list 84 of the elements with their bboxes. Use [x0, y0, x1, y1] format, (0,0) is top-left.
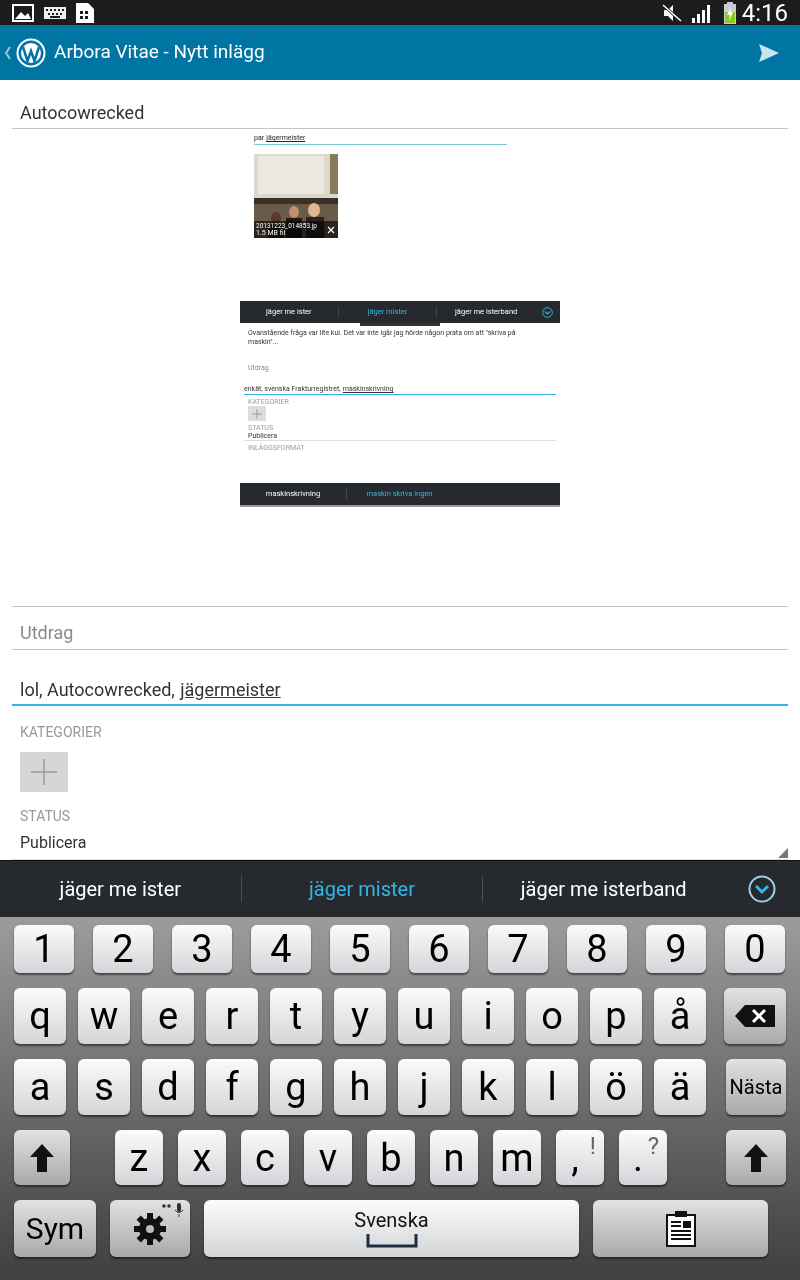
key[interactable]: m	[493, 1130, 541, 1185]
key[interactable]: 7	[488, 925, 548, 973]
clipboard-key[interactable]	[593, 1200, 768, 1257]
selected-value: Publicera	[20, 833, 87, 852]
key[interactable]: r	[206, 988, 258, 1044]
clock-time: 4:16	[741, 0, 788, 25]
back-chevron-icon[interactable]	[4, 45, 12, 60]
section-label: STATUS	[19, 807, 72, 826]
key[interactable]: k	[462, 1059, 514, 1115]
expand-icon[interactable]	[542, 306, 553, 318]
key[interactable]: 6	[409, 925, 469, 973]
alt-character: !	[589, 1134, 596, 1158]
key[interactable]: p	[590, 988, 642, 1044]
key[interactable]: 2	[93, 925, 153, 973]
up-arrow-icon	[30, 1143, 54, 1172]
key[interactable]: .?	[619, 1130, 667, 1185]
key[interactable]: o	[526, 988, 578, 1044]
image-icon	[12, 3, 34, 22]
title-field[interactable]: Autocowrecked	[12, 101, 788, 129]
suggestion[interactable]: jäger me ister	[0, 874, 241, 904]
mute-icon	[661, 3, 682, 22]
key[interactable]: g	[270, 1059, 322, 1115]
settings-key[interactable]	[110, 1200, 190, 1257]
composing-word: jägermeister	[180, 678, 281, 702]
key[interactable]: z	[115, 1130, 163, 1185]
key[interactable]: a	[14, 1059, 66, 1115]
key[interactable]: Nästa	[726, 1059, 786, 1115]
key[interactable]: w	[78, 988, 130, 1044]
backspace-icon	[735, 1005, 775, 1027]
key[interactable]: d	[142, 1059, 194, 1115]
key[interactable]: 5	[330, 925, 390, 973]
suggestion[interactable]: jäger mister	[241, 874, 483, 904]
key[interactable]: s	[78, 1059, 130, 1115]
key[interactable]: h	[334, 1059, 386, 1115]
language-label: Svenska	[354, 1209, 429, 1230]
key[interactable]: 3	[172, 925, 232, 973]
key[interactable]: j	[398, 1059, 450, 1115]
plus-icon	[31, 759, 57, 785]
field-text: lol, Autocowrecked,	[20, 678, 175, 702]
settings-icon	[133, 1211, 167, 1246]
key[interactable]: c	[241, 1130, 289, 1185]
microphone-icon	[162, 1203, 186, 1219]
key[interactable]: i	[462, 988, 514, 1044]
keyboard-icon	[44, 6, 66, 19]
backspace-key[interactable]	[724, 988, 786, 1044]
tags-field[interactable]: lol, Autocowrecked, jägermeister	[12, 678, 788, 706]
screen-title: Arbora Vitae - Nytt inlägg	[54, 39, 265, 66]
key[interactable]: l	[526, 1059, 578, 1115]
key[interactable]: x	[178, 1130, 226, 1185]
key[interactable]: 8	[567, 925, 627, 973]
suggestion[interactable]: jäger me isterband	[483, 874, 724, 904]
send-icon[interactable]	[758, 42, 780, 63]
key[interactable]: 0	[725, 925, 785, 973]
key[interactable]: å	[654, 988, 706, 1044]
key[interactable]: Sym	[14, 1200, 96, 1257]
battery-charging-icon	[723, 1, 736, 24]
shift-key[interactable]	[726, 1130, 786, 1185]
key[interactable]: u	[398, 988, 450, 1044]
clipboard-icon	[665, 1210, 696, 1247]
key[interactable]: 9	[646, 925, 706, 973]
key[interactable]: ö	[590, 1059, 642, 1115]
dropdown-corner-icon	[778, 848, 788, 858]
expand-icon[interactable]	[748, 875, 776, 903]
close-icon[interactable]	[327, 225, 335, 234]
key[interactable]: y	[334, 988, 386, 1044]
space-key[interactable]: Svenska	[204, 1200, 579, 1257]
key[interactable]: q	[14, 988, 66, 1044]
space-bar-icon	[365, 1233, 418, 1248]
key[interactable]: b	[367, 1130, 415, 1185]
key[interactable]: e	[142, 988, 194, 1044]
key[interactable]: f	[206, 1059, 258, 1115]
key[interactable]: , !	[556, 1130, 604, 1185]
section-label: KATEGORIER	[19, 723, 103, 742]
app-logo-icon[interactable]	[16, 37, 46, 68]
key[interactable]: n	[430, 1130, 478, 1185]
key[interactable]: t	[270, 988, 322, 1044]
up-arrow-icon	[744, 1143, 768, 1172]
shift-key[interactable]	[14, 1130, 70, 1185]
alt-character: ?	[647, 1134, 659, 1158]
key[interactable]: v	[304, 1130, 352, 1185]
key[interactable]: ä	[654, 1059, 706, 1115]
key[interactable]: 4	[251, 925, 311, 973]
plus-icon	[252, 408, 262, 419]
key[interactable]: 1	[14, 925, 74, 973]
